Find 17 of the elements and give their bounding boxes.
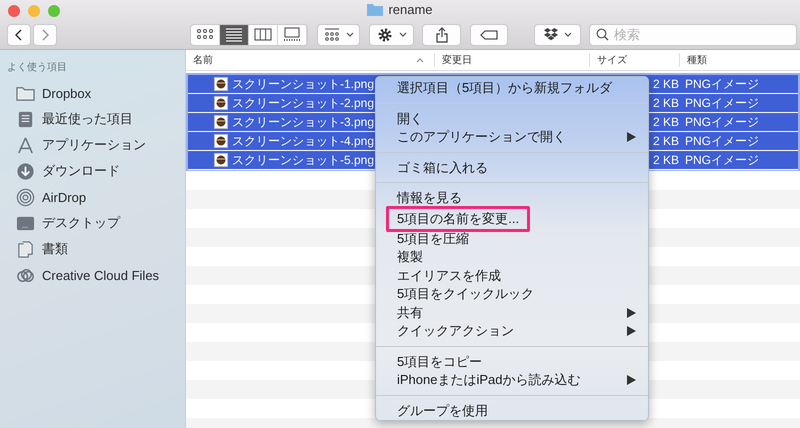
file-name: スクリーンショット-5.png	[232, 152, 374, 168]
file-kind: PNGイメージ	[685, 76, 760, 90]
file-kind: PNGイメージ	[685, 96, 760, 110]
file-size: 2 KB	[653, 134, 680, 148]
window-title: rename	[388, 2, 433, 17]
sidebar-heading: よく使う項目	[6, 61, 68, 74]
file-size: 2 KB	[653, 96, 680, 110]
file-kind: PNGイメージ	[685, 114, 760, 128]
file-name: スクリーンショット-3.png	[232, 114, 374, 130]
file-size: 2 KB	[653, 115, 680, 129]
file-size: 2 KB	[653, 153, 680, 167]
file-name: スクリーンショット-2.png	[232, 94, 374, 112]
file-kind: PNGイメージ	[685, 134, 760, 148]
file-name: スクリーンショット-4.png	[232, 132, 374, 150]
file-kind: PNGイメージ	[685, 152, 760, 166]
file-name: スクリーンショット-1.png	[232, 76, 374, 92]
file-size: 2 KB	[653, 77, 680, 91]
